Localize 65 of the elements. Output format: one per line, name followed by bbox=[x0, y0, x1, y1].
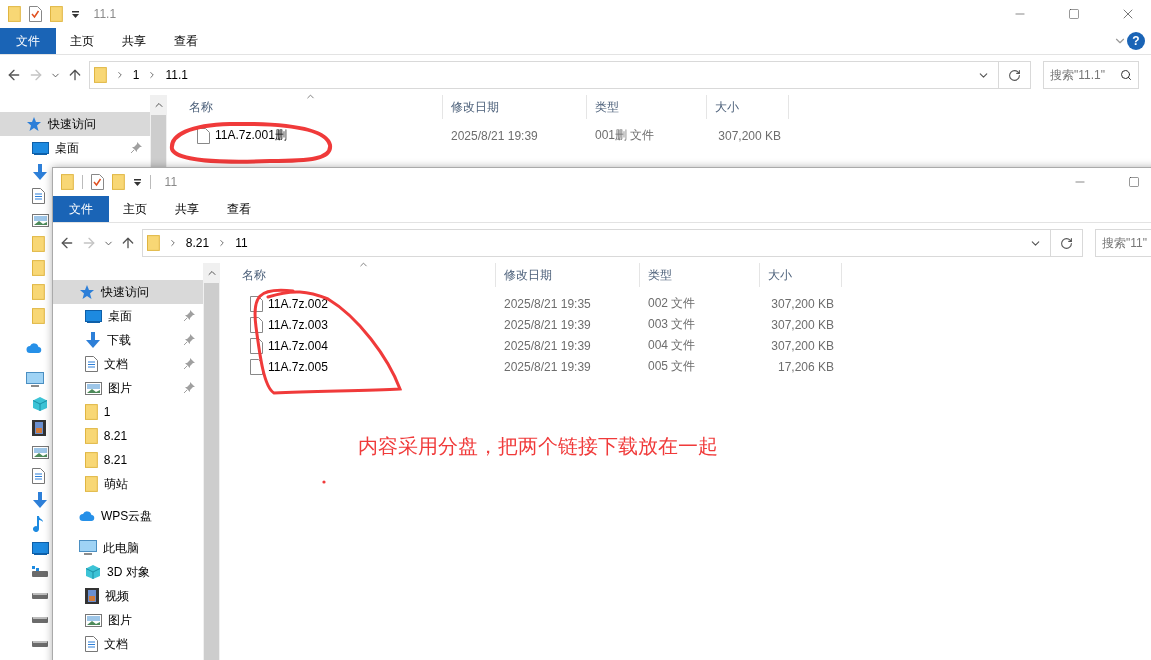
help-button[interactable]: ? bbox=[1127, 32, 1145, 50]
sidebar-item[interactable]: 桌面 bbox=[0, 136, 150, 160]
sidebar-item[interactable]: 下载 bbox=[53, 328, 203, 352]
file-name[interactable]: 11A.7z.005 bbox=[268, 359, 328, 374]
ribbon-tab[interactable]: 共享 bbox=[108, 28, 160, 54]
sidebar-item[interactable]: 3D 对象 bbox=[53, 560, 203, 584]
date-cell-text: 2025/8/21 19:39 bbox=[503, 358, 592, 376]
column-header[interactable]: 大小 bbox=[760, 263, 842, 287]
file-name[interactable]: 11A.7z.002 bbox=[268, 296, 328, 311]
date-cell-text: 2025/8/21 19:39 bbox=[503, 316, 592, 334]
window-title: 11.1 bbox=[93, 7, 117, 21]
type-cell-text: 005 文件 bbox=[647, 358, 697, 375]
sidebar-item[interactable]: 8.21 bbox=[53, 448, 203, 472]
column-header[interactable]: 名称 bbox=[220, 263, 496, 287]
date-cell-text: 2025/8/21 19:39 bbox=[503, 337, 592, 355]
sidebar-item[interactable]: 文档 bbox=[53, 632, 203, 656]
search-field[interactable]: 搜索"11.1" bbox=[1043, 61, 1139, 89]
sidebar-item[interactable]: WPS云盘 bbox=[53, 504, 203, 528]
sidebar-item[interactable]: 快速访问 bbox=[0, 112, 150, 136]
sidebar-item[interactable]: 文档 bbox=[53, 352, 203, 376]
size-cell-text: 307,200 KB bbox=[717, 127, 782, 145]
column-header[interactable]: 类型 bbox=[640, 263, 760, 287]
ribbon-tab[interactable]: 共享 bbox=[161, 196, 213, 222]
sidebar-item[interactable]: 1 bbox=[53, 400, 203, 424]
size-cell-text: 17,206 KB bbox=[776, 358, 835, 376]
column-header[interactable]: 修改日期 bbox=[496, 263, 640, 287]
type-cell-text: 002 文件 bbox=[647, 295, 697, 312]
address-bar[interactable]: 8.21 11 bbox=[142, 229, 1051, 257]
sidebar-item[interactable]: 8.21 bbox=[53, 424, 203, 448]
file-menu-button[interactable]: 文件 bbox=[0, 28, 56, 54]
breadcrumb-item[interactable]: 1 bbox=[132, 68, 140, 82]
size-cell-text: 307,200 KB bbox=[770, 316, 835, 334]
file-name[interactable]: 11A.7z.003 bbox=[268, 317, 328, 332]
size-cell-text: 307,200 KB bbox=[770, 295, 835, 313]
file-name[interactable]: 11A.7z.004 bbox=[268, 338, 328, 353]
date-cell-text: 2025/8/21 19:35 bbox=[503, 295, 592, 313]
sidebar-item[interactable]: 此电脑 bbox=[53, 536, 203, 560]
size-cell-text: 307,200 KB bbox=[770, 337, 835, 355]
sidebar-item[interactable]: 桌面 bbox=[53, 304, 203, 328]
column-header[interactable]: 修改日期 bbox=[443, 95, 587, 119]
sidebar-item[interactable]: 图片 bbox=[53, 376, 203, 400]
type-cell-text: 001删 文件 bbox=[594, 127, 656, 144]
file-menu-button[interactable]: 文件 bbox=[53, 196, 109, 222]
sidebar-item[interactable]: 快速访问 bbox=[53, 280, 203, 304]
breadcrumb-item[interactable]: 8.21 bbox=[185, 236, 210, 250]
ribbon-tab[interactable]: 查看 bbox=[160, 28, 212, 54]
sidebar-item[interactable]: 视频 bbox=[53, 584, 203, 608]
ribbon-tab[interactable]: 查看 bbox=[213, 196, 265, 222]
ribbon-tab[interactable]: 主页 bbox=[56, 28, 108, 54]
column-header[interactable]: 大小 bbox=[707, 95, 789, 119]
ribbon-tab[interactable]: 主页 bbox=[109, 196, 161, 222]
date-cell-text: 2025/8/21 19:39 bbox=[450, 127, 539, 145]
annotation-note: 内容采用分盘，把两个链接下载放在一起 bbox=[358, 434, 718, 459]
address-bar[interactable]: 1 11.1 bbox=[89, 61, 999, 89]
breadcrumb-item[interactable]: 11 bbox=[235, 236, 248, 250]
search-field[interactable]: 搜索"11" bbox=[1095, 229, 1151, 257]
window-title: 11 bbox=[164, 175, 178, 189]
type-cell-text: 004 文件 bbox=[647, 337, 697, 354]
type-cell-text: 003 文件 bbox=[647, 316, 697, 333]
sidebar-item[interactable]: 图片 bbox=[53, 608, 203, 632]
column-header[interactable]: 名称 bbox=[167, 95, 443, 119]
breadcrumb-item[interactable]: 11.1 bbox=[165, 68, 188, 82]
file-name[interactable]: 11A.7z.001删 bbox=[215, 127, 287, 144]
sidebar-item[interactable]: 萌站 bbox=[53, 472, 203, 496]
column-header[interactable]: 类型 bbox=[587, 95, 707, 119]
